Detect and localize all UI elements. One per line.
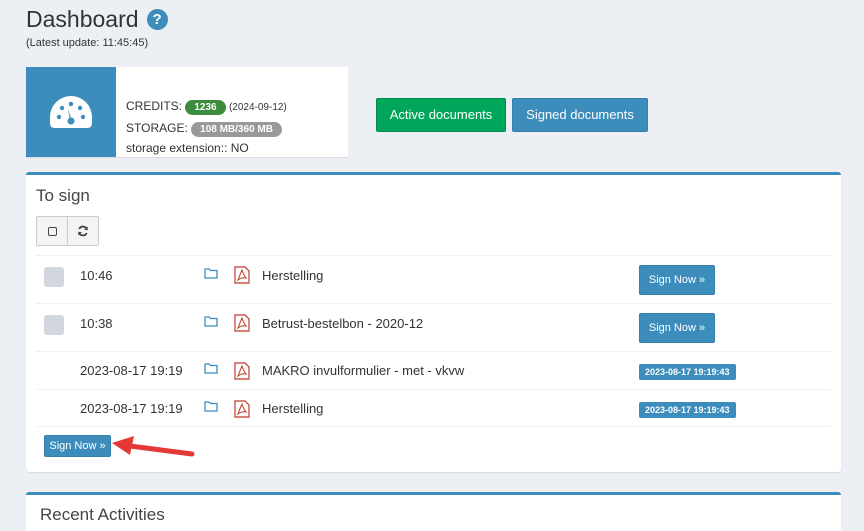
storage-line: STORAGE: 108 MB/360 MB bbox=[126, 118, 287, 138]
folder-icon[interactable] bbox=[204, 267, 218, 282]
signed-documents-button[interactable]: Signed documents bbox=[512, 98, 648, 132]
document-name[interactable]: Betrust-bestelbon - 2020-12 bbox=[262, 316, 423, 331]
toolbar bbox=[36, 216, 99, 246]
select-all-button[interactable] bbox=[37, 217, 67, 245]
info-box: CREDITS: 1236 (2024-09-12) STORAGE: 108 … bbox=[26, 67, 348, 157]
last-update: (Latest update: 11:45:45) bbox=[26, 37, 149, 49]
folder-icon[interactable] bbox=[204, 362, 218, 377]
dashboard-gauge-icon bbox=[50, 96, 92, 128]
page-title-text: Dashboard bbox=[26, 6, 139, 32]
folder-icon[interactable] bbox=[204, 400, 218, 415]
sign-now-button[interactable]: Sign Now » bbox=[639, 265, 715, 295]
page-title: Dashboard ? bbox=[26, 6, 168, 33]
sign-now-bulk-button[interactable]: Sign Now » bbox=[44, 435, 111, 457]
sign-now-button[interactable]: Sign Now » bbox=[639, 313, 715, 343]
checkbox-icon bbox=[47, 226, 57, 236]
info-content: CREDITS: 1236 (2024-09-12) STORAGE: 108 … bbox=[126, 96, 287, 158]
to-sign-title: To sign bbox=[36, 186, 90, 205]
row-checkbox[interactable] bbox=[44, 315, 64, 335]
help-icon[interactable]: ? bbox=[146, 9, 168, 30]
table-row: 10:46 Herstelling Sign Now » bbox=[36, 255, 831, 303]
row-checkbox[interactable] bbox=[44, 267, 64, 287]
storage-label: STORAGE: bbox=[126, 121, 188, 135]
storage-badge: 108 MB/360 MB bbox=[191, 122, 282, 137]
signed-date-badge: 2023-08-17 19:19:43 bbox=[639, 402, 736, 418]
pdf-icon bbox=[234, 362, 250, 383]
table-row: 10:38 Betrust-bestelbon - 2020-12 Sign N… bbox=[36, 303, 831, 351]
storage-extension: storage extension:: NO bbox=[126, 141, 249, 155]
signed-date-badge: 2023-08-17 19:19:43 bbox=[639, 364, 736, 380]
active-documents-button[interactable]: Active documents bbox=[376, 98, 506, 132]
credits-label: CREDITS: bbox=[126, 99, 183, 113]
annotation-arrow bbox=[112, 436, 195, 457]
folder-icon[interactable] bbox=[204, 315, 218, 330]
to-sign-box: To sign 10:46 Herstelling Sign Now » 10:… bbox=[26, 172, 841, 472]
recent-activities-box: Recent Activities bbox=[26, 492, 841, 531]
refresh-icon bbox=[78, 225, 89, 237]
credits-date: (2024-09-12) bbox=[228, 102, 287, 113]
row-time: 2023-08-17 19:19 bbox=[80, 363, 183, 378]
info-icon-panel bbox=[26, 67, 116, 157]
row-time: 10:38 bbox=[80, 316, 113, 331]
pdf-icon bbox=[234, 400, 250, 421]
row-time: 2023-08-17 19:19 bbox=[80, 401, 183, 416]
pdf-icon bbox=[234, 266, 250, 287]
table-row: 2023-08-17 19:19 MAKRO invulformulier - … bbox=[36, 351, 831, 389]
credits-badge: 1236 bbox=[185, 100, 226, 115]
pdf-icon bbox=[234, 314, 250, 335]
recent-activities-title: Recent Activities bbox=[40, 505, 165, 524]
table-row: 2023-08-17 19:19 Herstelling 2023-08-17 … bbox=[36, 389, 831, 427]
document-name[interactable]: Herstelling bbox=[262, 268, 323, 283]
credits-line: CREDITS: 1236 (2024-09-12) bbox=[126, 96, 287, 118]
document-name[interactable]: MAKRO invulformulier - met - vkvw bbox=[262, 363, 464, 378]
refresh-button[interactable] bbox=[67, 217, 98, 245]
row-time: 10:46 bbox=[80, 268, 113, 283]
document-name[interactable]: Herstelling bbox=[262, 401, 323, 416]
